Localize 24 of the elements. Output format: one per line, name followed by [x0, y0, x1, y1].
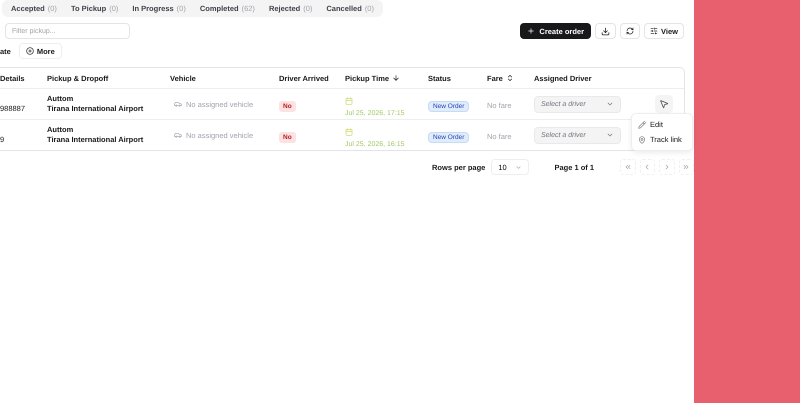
previous-page-button[interactable] — [640, 159, 656, 175]
double-chevron-left-icon — [624, 163, 632, 171]
refresh-icon — [626, 27, 634, 35]
calendar-icon — [345, 96, 353, 104]
last-page-button[interactable] — [678, 159, 694, 175]
car-icon — [174, 131, 182, 139]
refresh-button[interactable] — [620, 23, 640, 39]
plus-icon — [527, 27, 536, 35]
sliders-icon — [650, 27, 658, 35]
chevron-down-icon — [606, 100, 614, 108]
row-actions-button[interactable] — [655, 95, 673, 113]
pencil-icon — [638, 120, 646, 128]
chevron-down-icon — [606, 131, 614, 139]
map-pin-icon — [638, 136, 646, 144]
next-page-button[interactable] — [659, 159, 674, 175]
first-page-button[interactable] — [620, 159, 636, 175]
download-button[interactable] — [595, 23, 616, 39]
car-icon — [174, 100, 182, 108]
chevron-down-icon — [515, 164, 522, 170]
pointer-icon — [659, 99, 669, 109]
download-icon — [601, 26, 610, 36]
double-chevron-right-icon — [682, 163, 690, 171]
calendar-icon — [345, 128, 353, 136]
plus-circle-icon — [26, 47, 34, 55]
